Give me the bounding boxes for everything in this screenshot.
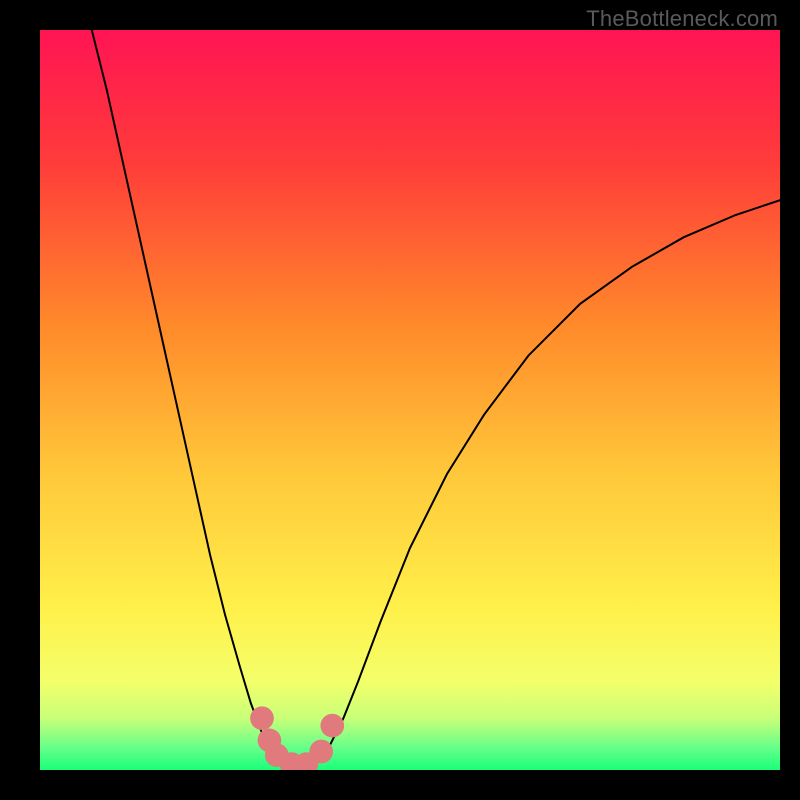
- plot-area: [40, 30, 780, 770]
- curve-markers: [250, 706, 344, 770]
- watermark-text: TheBottleneck.com: [586, 6, 778, 32]
- curve-line: [92, 30, 780, 766]
- marker-dot: [250, 706, 274, 730]
- marker-dot: [320, 714, 344, 738]
- bottleneck-curve: [40, 30, 780, 770]
- chart-frame: TheBottleneck.com: [0, 0, 800, 800]
- marker-dot: [309, 740, 333, 764]
